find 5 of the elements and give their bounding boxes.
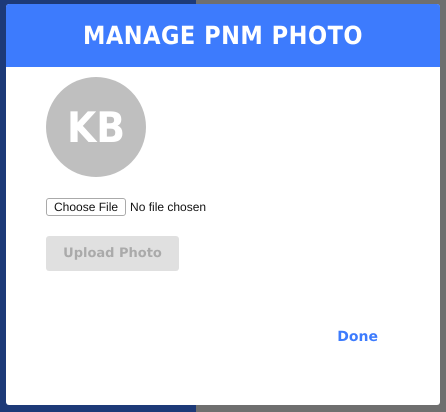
done-button[interactable]: Done	[333, 327, 382, 347]
choose-file-button[interactable]: Choose File	[46, 198, 126, 216]
avatar: KB	[46, 77, 146, 177]
file-status: No file chosen	[130, 200, 206, 214]
dialog-title: MANAGE PNM PHOTO	[82, 21, 364, 50]
